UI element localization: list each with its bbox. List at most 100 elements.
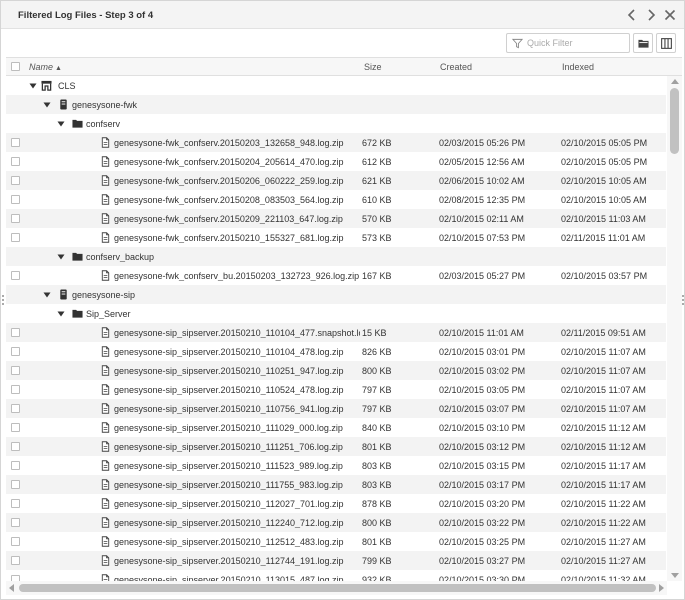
server-group-icon xyxy=(41,80,52,91)
row-checkbox[interactable] xyxy=(11,366,20,375)
row-checkbox[interactable] xyxy=(11,385,20,394)
file-indexed-date: 02/10/2015 11:07 AM xyxy=(561,366,646,376)
file-row[interactable]: genesysone-sip_sipserver.20150210_111523… xyxy=(6,456,666,475)
horizontal-scrollbar[interactable] xyxy=(6,581,667,595)
file-row[interactable]: genesysone-sip_sipserver.20150210_113015… xyxy=(6,570,666,581)
row-checkbox[interactable] xyxy=(11,499,20,508)
row-checkbox[interactable] xyxy=(11,556,20,565)
tree-group-label: confserv_backup xyxy=(86,252,155,262)
row-checkbox[interactable] xyxy=(11,271,20,280)
select-all-checkbox[interactable] xyxy=(11,62,20,71)
file-row[interactable]: genesysone-fwk_confserv.20150206_060222_… xyxy=(6,171,666,190)
file-icon xyxy=(100,498,111,509)
file-icon xyxy=(100,403,111,414)
file-row[interactable]: genesysone-sip_sipserver.20150210_110251… xyxy=(6,361,666,380)
vertical-scrollbar[interactable] xyxy=(667,76,682,581)
row-checkbox[interactable] xyxy=(11,537,20,546)
expand-caret-icon[interactable] xyxy=(43,291,51,299)
file-icon xyxy=(100,441,111,452)
tree-group-row[interactable]: Sip_Server xyxy=(6,304,666,323)
file-name: genesysone-sip_sipserver.20150210_111755… xyxy=(114,480,343,490)
file-created-date: 02/10/2015 03:07 PM xyxy=(439,404,526,414)
row-checkbox[interactable] xyxy=(11,518,20,527)
tree-group-row[interactable]: confserv_backup xyxy=(6,247,666,266)
expand-caret-icon[interactable] xyxy=(57,310,65,318)
row-checkbox[interactable] xyxy=(11,461,20,470)
quick-filter[interactable] xyxy=(506,33,630,53)
row-checkbox[interactable] xyxy=(11,404,20,413)
expand-caret-icon[interactable] xyxy=(57,253,65,261)
file-row[interactable]: genesysone-sip_sipserver.20150210_112512… xyxy=(6,532,666,551)
scroll-down-arrow-icon[interactable] xyxy=(671,573,679,578)
file-row[interactable]: genesysone-sip_sipserver.20150210_112027… xyxy=(6,494,666,513)
file-name: genesysone-sip_sipserver.20150210_110756… xyxy=(114,404,344,414)
columns-button[interactable] xyxy=(656,33,676,53)
file-name: genesysone-fwk_confserv.20150204_205614_… xyxy=(114,157,344,167)
row-checkbox[interactable] xyxy=(11,442,20,451)
file-row[interactable]: genesysone-fwk_confserv.20150209_221103_… xyxy=(6,209,666,228)
row-checkbox[interactable] xyxy=(11,423,20,432)
row-checkbox[interactable] xyxy=(11,233,20,242)
file-icon xyxy=(100,270,111,281)
next-step-button[interactable] xyxy=(643,7,659,23)
file-row[interactable]: genesysone-sip_sipserver.20150210_110104… xyxy=(6,342,666,361)
row-checkbox[interactable] xyxy=(11,157,20,166)
file-created-date: 02/10/2015 07:53 PM xyxy=(439,233,526,243)
file-icon xyxy=(100,175,111,186)
row-checkbox[interactable] xyxy=(11,214,20,223)
file-row[interactable]: genesysone-sip_sipserver.20150210_111251… xyxy=(6,437,666,456)
tree-group-row[interactable]: CLS xyxy=(6,76,666,95)
file-created-date: 02/10/2015 03:17 PM xyxy=(439,480,526,490)
file-row[interactable]: genesysone-sip_sipserver.20150210_110524… xyxy=(6,380,666,399)
file-name: genesysone-fwk_confserv.20150209_221103_… xyxy=(114,214,343,224)
file-size: 672 KB xyxy=(362,138,392,148)
resize-handle-left[interactable] xyxy=(2,295,5,305)
file-name: genesysone-sip_sipserver.20150210_110251… xyxy=(114,366,344,376)
open-folder-button[interactable] xyxy=(633,33,653,53)
row-checkbox[interactable] xyxy=(11,328,20,337)
column-indexed-header[interactable]: Indexed xyxy=(562,62,594,72)
column-created-header[interactable]: Created xyxy=(440,62,472,72)
tree-group-row[interactable]: confserv xyxy=(6,114,666,133)
file-row[interactable]: genesysone-sip_sipserver.20150210_110104… xyxy=(6,323,666,342)
file-row[interactable]: genesysone-sip_sipserver.20150210_110756… xyxy=(6,399,666,418)
expand-caret-icon[interactable] xyxy=(43,101,51,109)
scroll-right-arrow-icon[interactable] xyxy=(659,584,664,592)
file-row[interactable]: genesysone-sip_sipserver.20150210_111029… xyxy=(6,418,666,437)
file-indexed-date: 02/10/2015 03:57 PM xyxy=(561,271,648,281)
file-row[interactable]: genesysone-fwk_confserv.20150210_155327_… xyxy=(6,228,666,247)
file-row[interactable]: genesysone-fwk_confserv.20150208_083503_… xyxy=(6,190,666,209)
file-created-date: 02/10/2015 03:10 PM xyxy=(439,423,526,433)
previous-step-button[interactable] xyxy=(624,7,640,23)
file-row[interactable]: genesysone-sip_sipserver.20150210_112744… xyxy=(6,551,666,570)
expand-caret-icon[interactable] xyxy=(29,82,37,90)
tree-group-label: genesysone-sip xyxy=(72,290,136,300)
row-checkbox[interactable] xyxy=(11,138,20,147)
file-icon xyxy=(100,384,111,395)
file-row[interactable]: genesysone-fwk_confserv_bu.20150203_1327… xyxy=(6,266,666,285)
row-checkbox[interactable] xyxy=(11,195,20,204)
log-files-dialog: Filtered Log Files - Step 3 of 4 Name▲ S… xyxy=(0,0,685,600)
tree-group-row[interactable]: genesysone-fwk xyxy=(6,95,666,114)
row-checkbox[interactable] xyxy=(11,176,20,185)
scroll-left-arrow-icon[interactable] xyxy=(9,584,14,592)
horizontal-scroll-thumb[interactable] xyxy=(19,584,656,592)
close-button[interactable] xyxy=(662,7,678,23)
row-checkbox[interactable] xyxy=(11,480,20,489)
file-row[interactable]: genesysone-fwk_confserv.20150203_132658_… xyxy=(6,133,666,152)
column-name-header[interactable]: Name ▲ xyxy=(29,62,62,72)
file-row[interactable]: genesysone-sip_sipserver.20150210_112240… xyxy=(6,513,666,532)
quick-filter-input[interactable] xyxy=(527,36,627,50)
vertical-scroll-thumb[interactable] xyxy=(670,88,679,154)
scroll-up-arrow-icon[interactable] xyxy=(671,79,679,84)
file-created-date: 02/03/2015 05:26 PM xyxy=(439,138,526,148)
expand-caret-icon[interactable] xyxy=(57,120,65,128)
file-name: genesysone-sip_sipserver.20150210_111029… xyxy=(114,423,343,433)
tree-group-row[interactable]: genesysone-sip xyxy=(6,285,666,304)
file-row[interactable]: genesysone-sip_sipserver.20150210_111755… xyxy=(6,475,666,494)
file-row[interactable]: genesysone-fwk_confserv.20150204_205614_… xyxy=(6,152,666,171)
log-file-tree-grid: CLS genesysone-fwk confserv genesysone-fwk_… xyxy=(6,76,666,581)
chevron-right-icon xyxy=(648,9,656,21)
column-size-header[interactable]: Size xyxy=(364,62,382,72)
row-checkbox[interactable] xyxy=(11,347,20,356)
